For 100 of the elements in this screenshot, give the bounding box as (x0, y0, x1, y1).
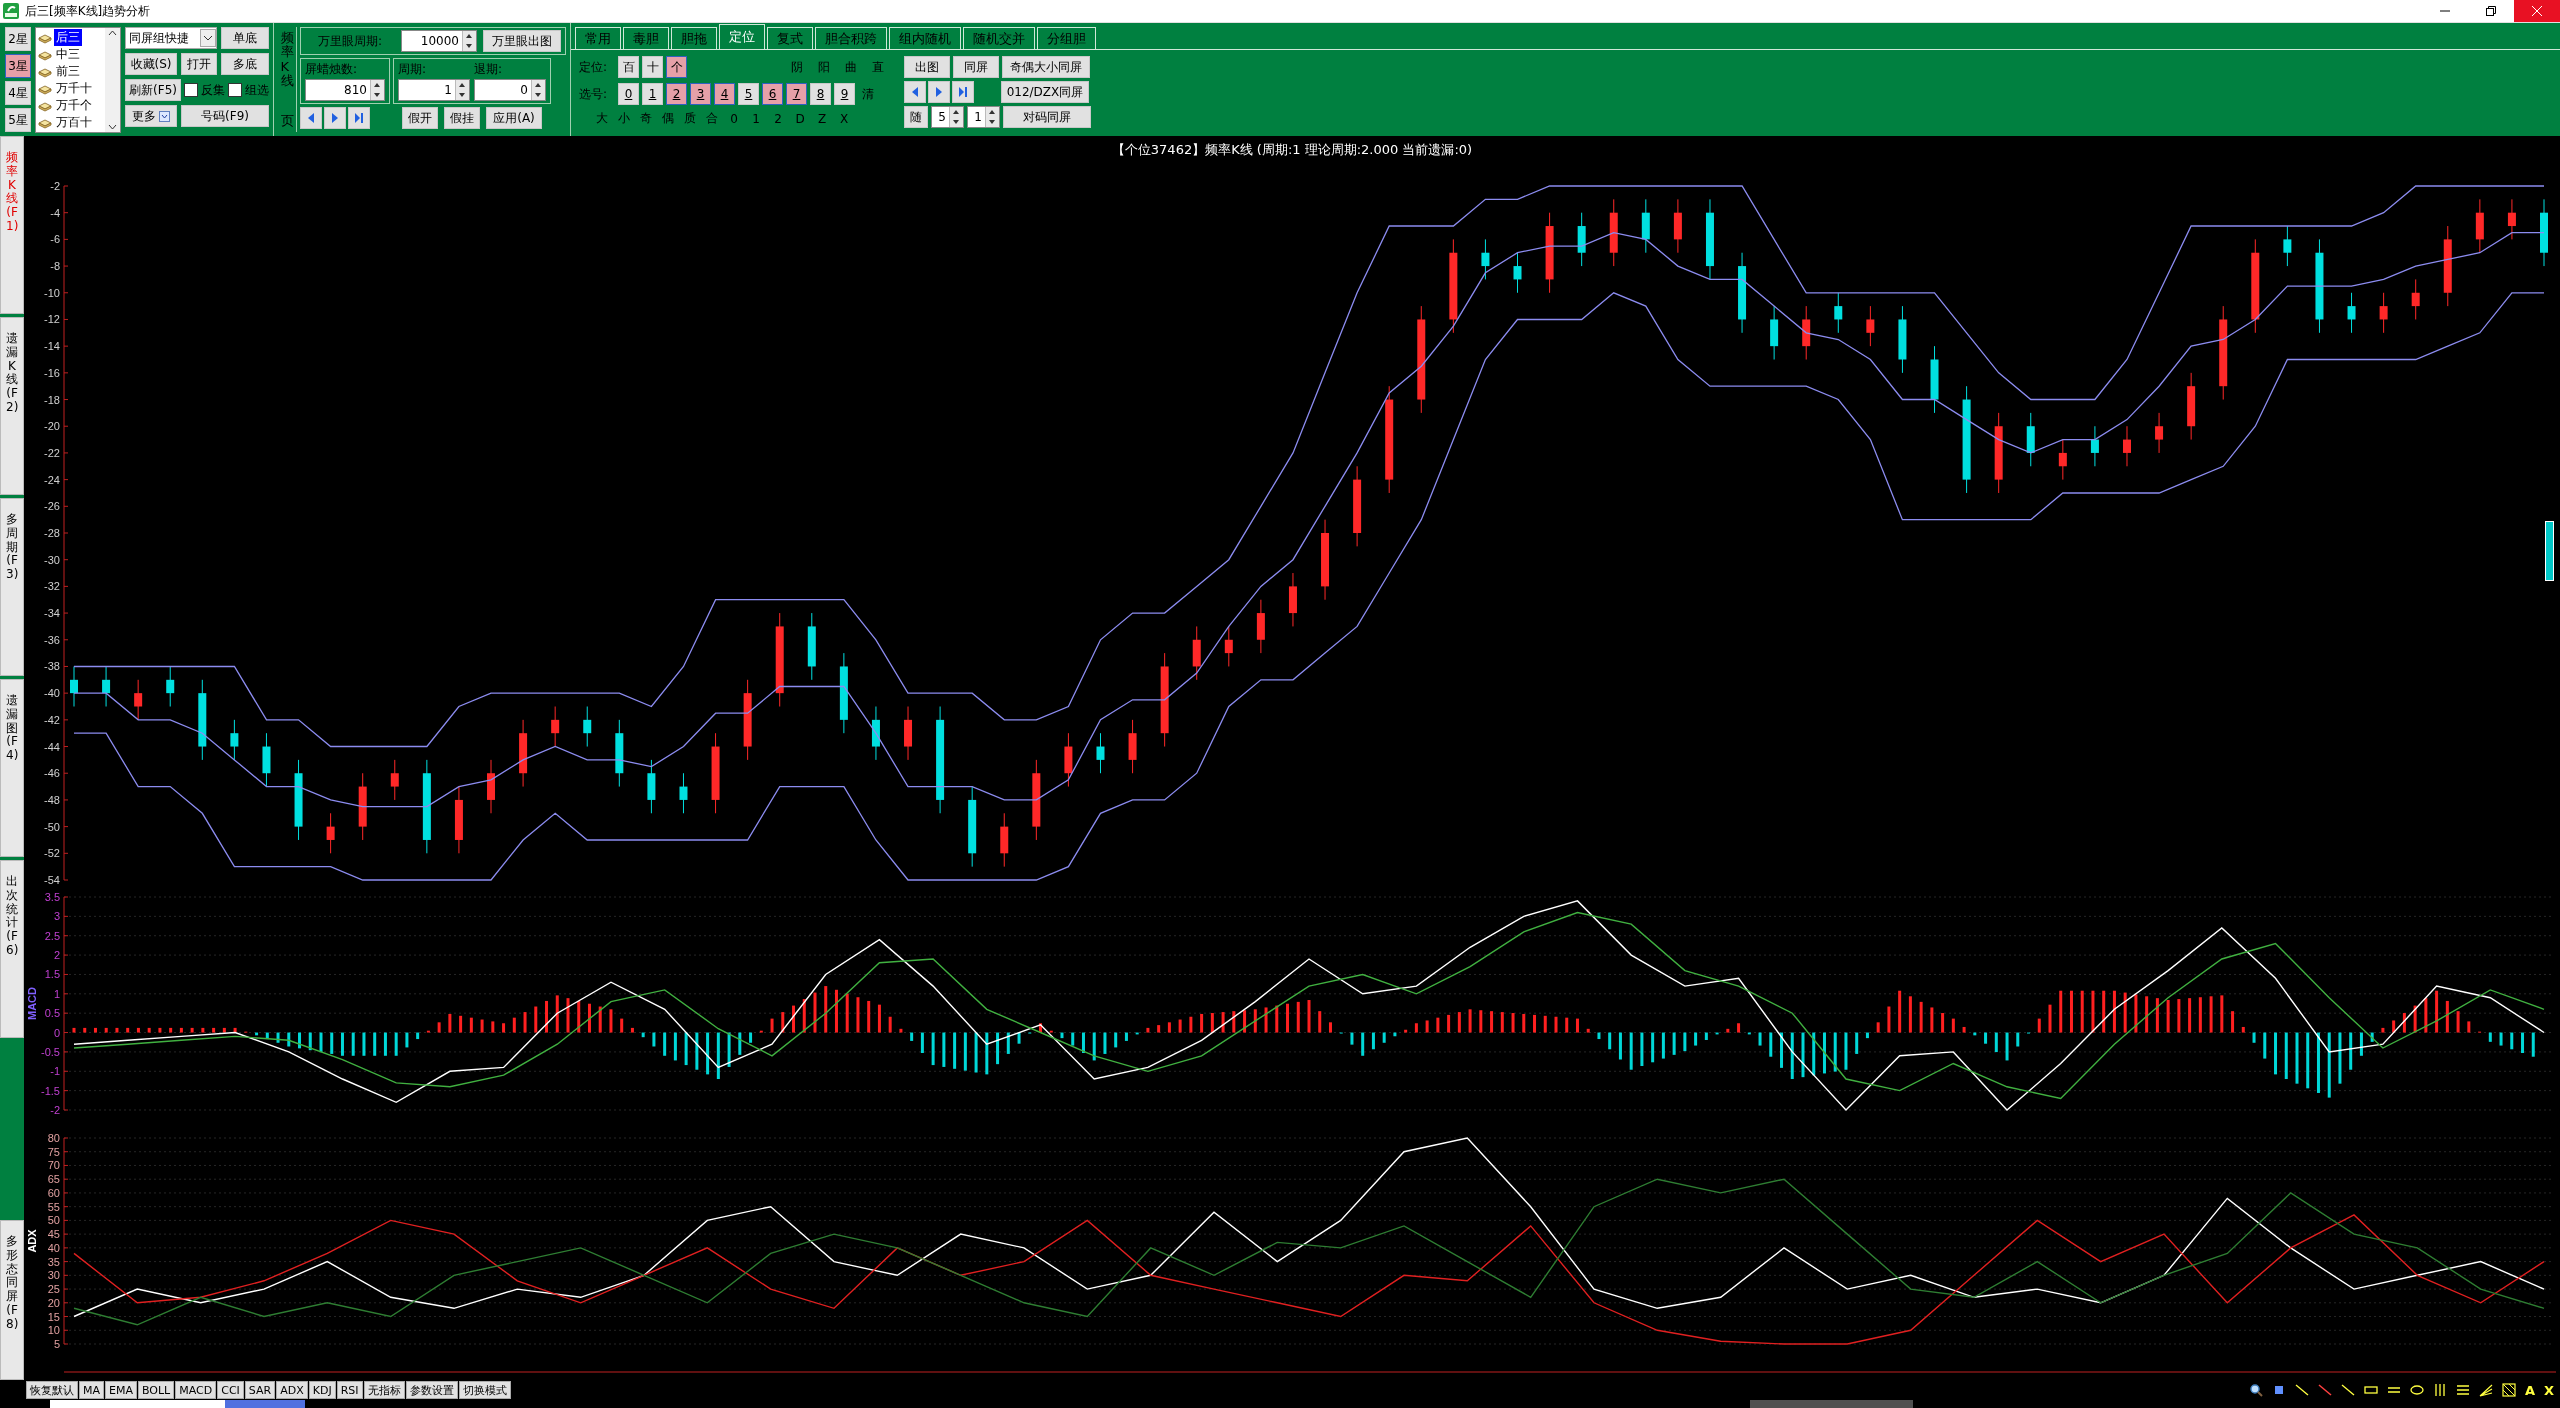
vertical-lines-icon[interactable] (2432, 1383, 2447, 1397)
side-tab[interactable]: 遗漏K线(F2) (0, 317, 24, 495)
last-button[interactable] (952, 81, 974, 103)
spin-field[interactable]: 1 (967, 106, 1000, 128)
refresh-button[interactable]: 刷新(F5) (125, 79, 181, 101)
filter-option[interactable]: 质 (679, 110, 701, 127)
chart-button[interactable]: 出图 (904, 56, 950, 78)
number-toggle[interactable]: 9 (834, 83, 855, 105)
action-button[interactable]: 应用(A) (486, 107, 542, 129)
tab[interactable]: 分组胆 (1037, 27, 1096, 49)
indicator-button[interactable]: 切换模式 (458, 1381, 511, 1399)
shape-option[interactable]: 阳 (812, 58, 836, 76)
indicator-button[interactable]: SAR (244, 1381, 276, 1399)
single-button[interactable]: 单底 (221, 27, 269, 49)
spin-field[interactable]: 0 (474, 79, 546, 101)
filter-option[interactable]: 合 (701, 110, 723, 127)
spin-field[interactable]: 810 (305, 79, 385, 101)
checkbox[interactable] (184, 83, 198, 97)
number-toggle[interactable]: 8 (810, 83, 831, 105)
shape-option[interactable]: 直 (866, 58, 890, 76)
previous-button[interactable] (300, 107, 322, 129)
number-toggle[interactable]: 1 (642, 83, 663, 105)
caret-down-icon[interactable] (108, 124, 117, 130)
filter-option[interactable]: 1 (745, 111, 767, 126)
filter-option[interactable]: 奇 (635, 110, 657, 127)
number-toggle[interactable]: 4 (714, 83, 735, 105)
list-item[interactable]: 中三 (54, 46, 82, 63)
number-button[interactable]: 号码(F9) (181, 105, 269, 127)
number-toggle[interactable]: 5 (738, 83, 759, 105)
parity-button[interactable]: 奇偶大小同屏 (1002, 56, 1090, 78)
action-button[interactable]: 假挂 (444, 107, 480, 129)
spin-field[interactable]: 1 (398, 79, 470, 101)
tab[interactable]: 胆拖 (671, 27, 717, 49)
star-button[interactable]: 5星 (5, 108, 31, 132)
last-button[interactable] (348, 107, 370, 129)
filter-option[interactable]: D (789, 111, 811, 126)
more-button[interactable]: 更多 (125, 105, 177, 127)
indicator-button[interactable]: 参数设置 (405, 1381, 458, 1399)
filter-option[interactable]: 0 (723, 111, 745, 126)
star-button[interactable]: 3星 (5, 54, 31, 78)
caret-up-icon[interactable] (108, 30, 117, 36)
tab[interactable]: 毒胆 (623, 27, 669, 49)
number-toggle[interactable]: 0 (618, 83, 639, 105)
tab[interactable]: 常用 (575, 27, 621, 49)
indicator-button[interactable]: RSI (336, 1381, 363, 1399)
spin-field[interactable]: 10000 (401, 30, 477, 52)
horizontal-lines-icon[interactable] (2455, 1383, 2470, 1397)
tab[interactable]: 组内随机 (889, 27, 961, 49)
tab[interactable]: 定位 (719, 24, 765, 49)
random-button[interactable]: 随 (904, 106, 928, 128)
side-tab[interactable]: 频率K线(F1) (0, 136, 24, 314)
previous-button[interactable] (904, 81, 926, 103)
indicator-button[interactable]: MA (79, 1381, 104, 1399)
action-button[interactable]: 假开 (402, 107, 438, 129)
ellipse-icon[interactable] (2409, 1383, 2424, 1397)
tool-letter[interactable]: A (2524, 1382, 2535, 1398)
number-toggle[interactable]: 3 (690, 83, 711, 105)
wanliyan-chart-button[interactable]: 万里眼出图 (483, 30, 561, 52)
digit-button[interactable]: 十 (642, 56, 663, 78)
tool-letter[interactable]: X (2543, 1382, 2554, 1398)
filter-option[interactable]: X (833, 111, 855, 126)
zoom-icon[interactable] (2248, 1383, 2263, 1397)
tab[interactable]: 随机交并 (963, 27, 1035, 49)
tab[interactable]: 复式 (767, 27, 813, 49)
tab[interactable]: 胆合积跨 (815, 27, 887, 49)
indicator-button[interactable]: KDJ (308, 1381, 336, 1399)
rectangle-icon[interactable] (2363, 1383, 2378, 1397)
star-button[interactable]: 2星 (5, 27, 31, 51)
list-item[interactable]: 万百十 (54, 114, 94, 131)
digit-button[interactable]: 个 (666, 56, 687, 78)
scroll-handle[interactable] (2545, 521, 2554, 581)
next-button[interactable] (324, 107, 346, 129)
side-tab[interactable]: 多形态同屏(F8) (0, 1220, 24, 1380)
indicator-button[interactable]: ADX (276, 1381, 308, 1399)
star-button[interactable]: 4星 (5, 81, 31, 105)
filter-option[interactable]: 大 (591, 110, 613, 127)
open-button[interactable]: 打开 (181, 53, 217, 75)
pair-button[interactable]: 对码同屏 (1003, 106, 1091, 128)
spin-field[interactable]: 5 (931, 106, 964, 128)
grid-box-icon[interactable] (2501, 1383, 2516, 1397)
indicator-button[interactable]: EMA (105, 1381, 137, 1399)
list-item[interactable]: 前三 (54, 63, 82, 80)
list-item[interactable]: 后三 (54, 29, 82, 46)
dropdown[interactable]: 同屏组快捷 (125, 27, 217, 49)
indicator-button[interactable]: MACD (175, 1381, 217, 1399)
shape-option[interactable]: 曲 (839, 58, 863, 76)
indicator-button[interactable]: BOLL (138, 1381, 175, 1399)
fan-lines-icon[interactable] (2478, 1383, 2493, 1397)
filter-option[interactable]: 偶 (657, 110, 679, 127)
side-tab[interactable]: 多周期(F3) (0, 498, 24, 676)
filter-option[interactable]: 小 (613, 110, 635, 127)
dzx-button[interactable]: 012/DZX同屏 (1001, 81, 1089, 103)
shape-option[interactable]: 阴 (785, 58, 809, 76)
same-screen-button[interactable]: 同屏 (953, 56, 999, 78)
number-toggle[interactable]: 6 (762, 83, 783, 105)
favorite-button[interactable]: 收藏(S) (125, 53, 177, 75)
indicator-button[interactable]: CCI (217, 1381, 244, 1399)
indicator-button[interactable]: 无指标 (363, 1381, 405, 1399)
number-toggle[interactable]: 7 (786, 83, 807, 105)
list-item[interactable]: 万千个 (54, 97, 94, 114)
